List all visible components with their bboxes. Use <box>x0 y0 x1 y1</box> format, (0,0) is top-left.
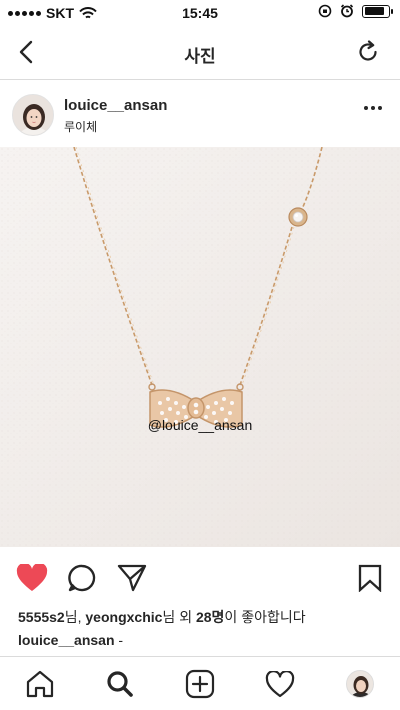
likes-count[interactable]: 28명 <box>196 609 224 625</box>
image-watermark: @louice__ansan <box>147 417 253 433</box>
post-location[interactable]: 루이체 <box>64 118 97 135</box>
search-icon <box>107 671 133 697</box>
tab-activity[interactable] <box>260 665 300 703</box>
activity-heart-icon <box>265 670 295 697</box>
save-bookmark-button[interactable] <box>352 560 388 596</box>
status-right <box>318 4 393 18</box>
tab-new-post[interactable] <box>180 665 220 703</box>
liker-username-2[interactable]: yeongxchic <box>85 609 162 625</box>
post-caption: louice__ansan - <box>18 632 123 648</box>
post-header: louice__ansan 루이체 <box>0 86 400 146</box>
bookmark-icon <box>358 564 382 592</box>
more-options-button[interactable] <box>364 106 382 110</box>
like-button[interactable] <box>14 560 50 596</box>
likes-text-2: 님 외 <box>162 609 196 625</box>
navigation-bar: 사진 <box>0 26 400 80</box>
paper-plane-icon <box>117 564 147 592</box>
comment-bubble-icon <box>68 564 96 592</box>
battery-icon <box>362 4 393 18</box>
likes-summary: 5555s2님, yeongxchic님 외 28명이 좋아합니다 <box>18 607 306 627</box>
tab-home[interactable] <box>20 665 60 703</box>
share-button[interactable] <box>114 560 150 596</box>
more-horizontal-icon <box>364 106 368 110</box>
home-icon <box>26 670 54 698</box>
post-image[interactable]: @louice__ansan <box>0 147 400 547</box>
alarm-clock-icon <box>340 4 354 18</box>
add-post-icon <box>185 669 215 699</box>
likes-text-1: 님, <box>64 609 86 625</box>
likes-text-3: 이 좋아합니다 <box>224 609 306 625</box>
page-title: 사진 <box>184 47 216 66</box>
profile-avatar <box>346 670 374 698</box>
tab-profile[interactable] <box>340 665 380 703</box>
battery-level <box>364 7 385 15</box>
refresh-button[interactable] <box>352 36 384 68</box>
user-avatar[interactable] <box>12 94 54 136</box>
necklace-photo <box>0 147 400 547</box>
avatar-photo <box>13 95 53 135</box>
comment-button[interactable] <box>64 560 100 596</box>
rotation-lock-icon <box>318 4 332 18</box>
post-username[interactable]: louice__ansan <box>64 97 167 114</box>
liker-username-1[interactable]: 5555s2 <box>18 609 65 625</box>
heart-filled-icon <box>16 564 48 591</box>
post-actions <box>0 560 400 598</box>
caption-username[interactable]: louice__ansan <box>18 632 115 648</box>
tab-search[interactable] <box>100 665 140 703</box>
status-bar: SKT 15:45 <box>0 0 400 26</box>
caption-text: - <box>114 632 124 648</box>
profile-avatar-photo <box>347 671 373 697</box>
refresh-icon <box>359 40 377 61</box>
bottom-tab-bar <box>0 656 400 710</box>
